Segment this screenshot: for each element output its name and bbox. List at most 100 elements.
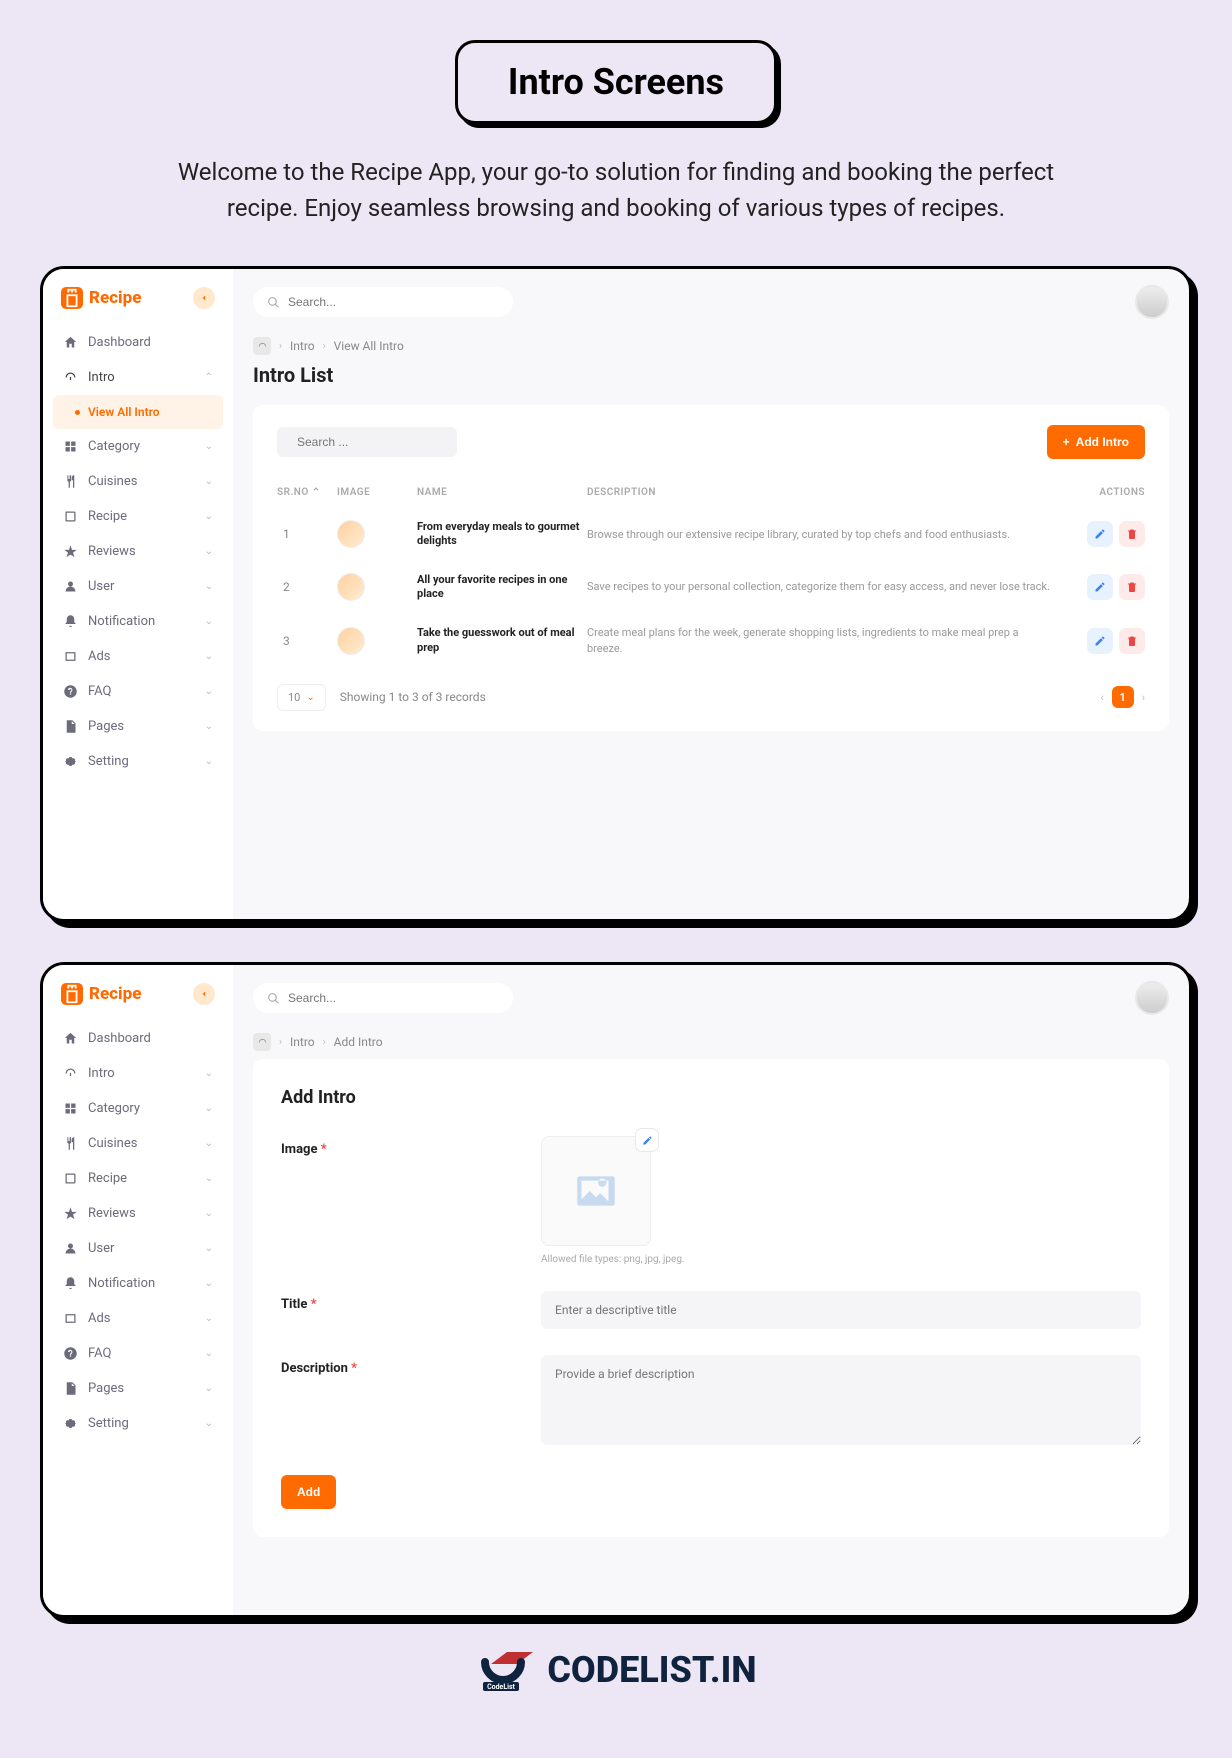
breadcrumb-home-icon[interactable] (253, 1033, 271, 1051)
nav-label: View All Intro (88, 405, 160, 419)
col-description: DESCRIPTION (587, 487, 1055, 498)
sidebar-item-faq[interactable]: FAQ ⌄ (53, 674, 223, 709)
delete-button[interactable] (1119, 574, 1145, 600)
cell-description: Create meal plans for the week, generate… (587, 625, 1055, 656)
row-image (337, 627, 365, 655)
sidebar-item-setting[interactable]: Setting ⌄ (53, 744, 223, 779)
sidebar-item-reviews[interactable]: Reviews ⌄ (53, 534, 223, 569)
breadcrumb-item-current: Add Intro (334, 1035, 383, 1049)
search-input[interactable] (288, 991, 499, 1005)
sidebar-item-category[interactable]: Category ⌄ (53, 429, 223, 464)
image-upload[interactable] (541, 1136, 651, 1246)
sidebar-item-user[interactable]: User⌄ (53, 1231, 223, 1266)
sidebar-item-notification[interactable]: Notification ⌄ (53, 604, 223, 639)
avatar[interactable] (1135, 285, 1169, 319)
description-label: Description * (281, 1355, 541, 1376)
sidebar-item-cuisines[interactable]: Cuisines⌄ (53, 1126, 223, 1161)
chevron-down-icon: ⌄ (205, 651, 213, 662)
sidebar-item-dashboard[interactable]: Dashboard (53, 325, 223, 360)
sidebar-item-ads[interactable]: Ads ⌄ (53, 1301, 223, 1336)
nav-label: Category (88, 1101, 140, 1116)
title-input[interactable] (541, 1291, 1141, 1329)
nav-label: Dashboard (88, 335, 151, 350)
bell-icon (63, 1276, 78, 1291)
edit-button[interactable] (1087, 628, 1113, 654)
title-label: Title * (281, 1291, 541, 1312)
brand-icon (61, 983, 83, 1005)
page-current[interactable]: 1 (1112, 686, 1134, 708)
banner-title: Intro Screens (455, 40, 777, 124)
table-search[interactable] (277, 427, 457, 457)
table-row: 2 All your favorite recipes in one place… (277, 561, 1145, 614)
sidebar-item-notification[interactable]: Notification⌄ (53, 1266, 223, 1301)
file-icon (63, 1381, 78, 1396)
sidebar-subitem-view-all-intro[interactable]: View All Intro (53, 395, 223, 429)
table-row: 3 Take the guesswork out of meal prep Cr… (277, 613, 1145, 668)
edit-button[interactable] (1087, 521, 1113, 547)
description-textarea[interactable] (541, 1355, 1141, 1445)
collapse-sidebar-button[interactable] (193, 287, 215, 309)
chevron-down-icon: ⌄ (205, 1278, 213, 1289)
breadcrumb-home-icon[interactable] (253, 337, 271, 355)
sidebar-item-dashboard[interactable]: Dashboard (53, 1021, 223, 1056)
chevron-down-icon: ⌄ (205, 511, 213, 522)
chevron-right-icon: › (323, 341, 326, 352)
page-size-select[interactable]: 10 ⌄ (277, 684, 326, 711)
chevron-down-icon: ⌄ (205, 1348, 213, 1359)
col-image: IMAGE (337, 487, 417, 498)
nav-label: Setting (88, 754, 129, 769)
screen-add-intro: Recipe Dashboard Intro⌄ Category⌄ Cuisin… (40, 962, 1192, 1618)
sidebar-item-intro[interactable]: Intro ⌃ (53, 360, 223, 395)
sidebar-item-intro[interactable]: Intro⌄ (53, 1056, 223, 1091)
sidebar-item-reviews[interactable]: Reviews⌄ (53, 1196, 223, 1231)
sidebar-item-category[interactable]: Category ⌄ (53, 1091, 223, 1126)
edit-button[interactable] (1087, 574, 1113, 600)
utensils-icon (63, 474, 78, 489)
nav-label: User (88, 1241, 114, 1256)
nav-label: Ads (88, 1311, 111, 1326)
global-search[interactable] (253, 983, 513, 1013)
sidebar-item-cuisines[interactable]: Cuisines ⌄ (53, 464, 223, 499)
sidebar-item-setting[interactable]: Setting⌄ (53, 1406, 223, 1441)
add-intro-button[interactable]: + Add Intro (1047, 425, 1145, 459)
col-actions: ACTIONS (1055, 487, 1145, 498)
footer-brand: CodeList CODELIST.IN (40, 1648, 1192, 1692)
delete-button[interactable] (1119, 521, 1145, 547)
chevron-down-icon: ⌄ (205, 441, 213, 452)
sidebar-item-ads[interactable]: Ads ⌄ (53, 639, 223, 674)
table-search-input[interactable] (297, 435, 452, 449)
home-icon (63, 1031, 78, 1046)
search-icon (267, 992, 280, 1005)
search-input[interactable] (288, 295, 499, 309)
breadcrumb-item[interactable]: Intro (290, 339, 315, 353)
global-search[interactable] (253, 287, 513, 317)
chevron-down-icon: ⌄ (306, 692, 314, 703)
chevron-down-icon: ⌄ (205, 1173, 213, 1184)
avatar[interactable] (1135, 981, 1169, 1015)
cell-name: All your favorite recipes in one place (417, 573, 587, 602)
chevron-down-icon: ⌄ (205, 1313, 213, 1324)
chevron-down-icon: ⌄ (205, 1103, 213, 1114)
breadcrumb-item[interactable]: Intro (290, 1035, 315, 1049)
sidebar-item-user[interactable]: User ⌄ (53, 569, 223, 604)
sidebar-item-pages[interactable]: Pages⌄ (53, 1371, 223, 1406)
ad-icon (63, 1311, 78, 1326)
sidebar-item-faq[interactable]: FAQ⌄ (53, 1336, 223, 1371)
breadcrumb-item-current: View All Intro (334, 339, 404, 353)
star-icon (63, 1206, 78, 1221)
col-name: NAME (417, 487, 587, 498)
page-next-button[interactable]: › (1142, 691, 1145, 704)
sidebar-item-recipe[interactable]: Recipe ⌄ (53, 499, 223, 534)
page-prev-button[interactable]: ‹ (1100, 691, 1103, 704)
grid-icon (63, 439, 78, 454)
col-sr[interactable]: SR.NO ⌃ (277, 487, 337, 498)
collapse-sidebar-button[interactable] (193, 983, 215, 1005)
delete-button[interactable] (1119, 628, 1145, 654)
image-edit-button[interactable] (636, 1129, 658, 1151)
user-icon (63, 579, 78, 594)
submit-button[interactable]: Add (281, 1475, 336, 1509)
sidebar-item-pages[interactable]: Pages ⌄ (53, 709, 223, 744)
cell-description: Save recipes to your personal collection… (587, 579, 1055, 594)
bullet-icon (75, 410, 80, 415)
sidebar-item-recipe[interactable]: Recipe⌄ (53, 1161, 223, 1196)
